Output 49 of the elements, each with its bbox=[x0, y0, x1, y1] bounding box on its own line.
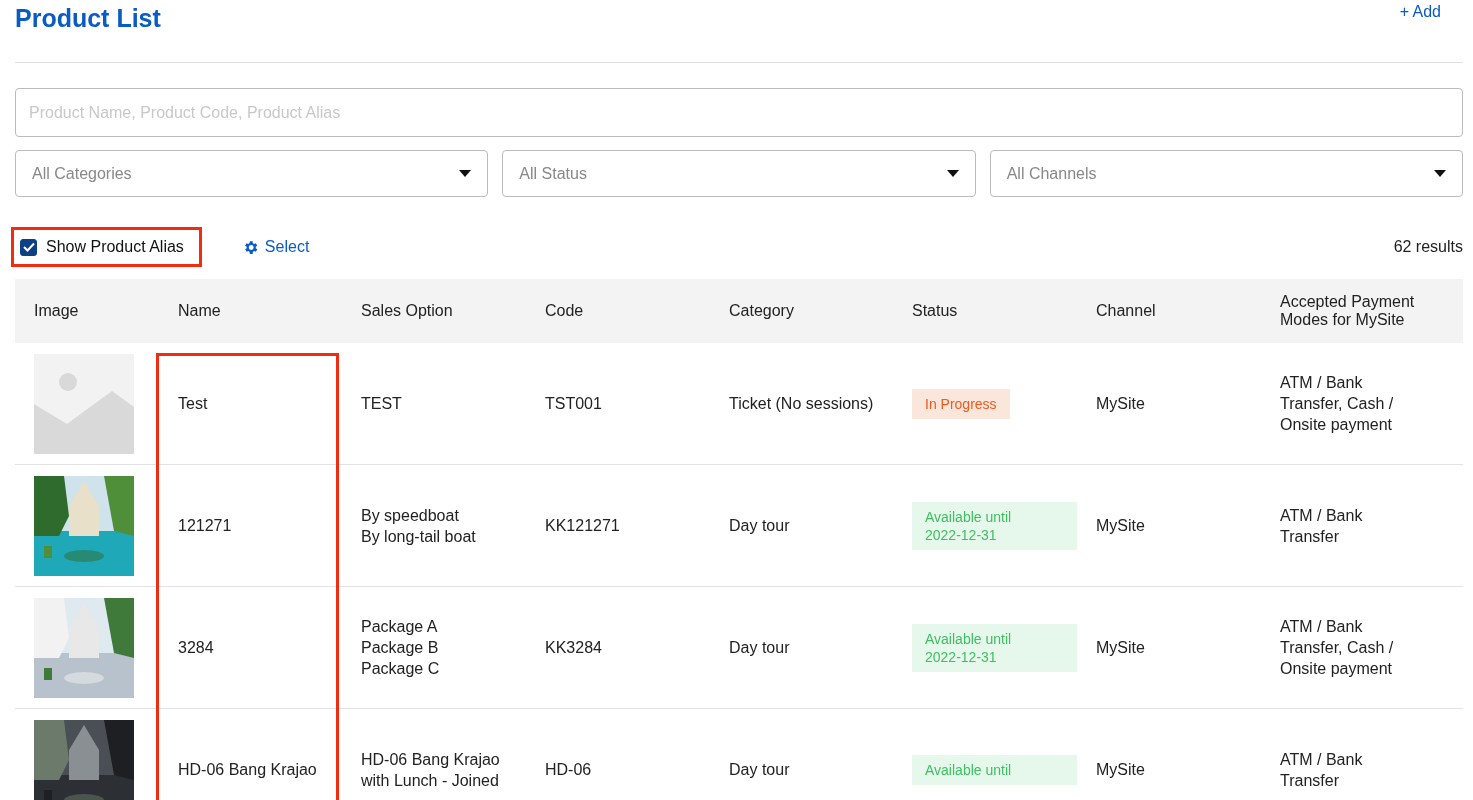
product-name: 121271 bbox=[178, 517, 232, 534]
product-code: HD-06 bbox=[545, 761, 592, 778]
status-badge: Available until bbox=[912, 754, 1077, 785]
product-channel: MySite bbox=[1096, 639, 1145, 656]
select-button[interactable]: Select bbox=[241, 238, 310, 256]
status-badge: Available until 2022-12-31 bbox=[912, 501, 1077, 550]
product-channel: MySite bbox=[1096, 517, 1145, 534]
payment-modes: ATM / Bank Transfer, Cash / Onsite payment bbox=[1280, 373, 1395, 435]
sales-options: By speedboat By long-tail boat bbox=[361, 506, 476, 545]
product-name: HD-06 Bang Krajao bbox=[178, 761, 317, 778]
product-name: 3284 bbox=[178, 639, 214, 656]
product-channel: MySite bbox=[1096, 395, 1145, 412]
caret-icon bbox=[459, 170, 472, 177]
results-count: 62 results bbox=[1393, 238, 1463, 256]
sales-options: TEST bbox=[361, 395, 402, 412]
product-channel: MySite bbox=[1096, 761, 1145, 778]
sales-options: Package A Package B Package C bbox=[361, 618, 440, 677]
product-code: TST001 bbox=[545, 395, 602, 412]
column-header: Status bbox=[912, 302, 958, 319]
check-icon bbox=[22, 242, 35, 252]
column-header: Image bbox=[34, 302, 79, 319]
payment-modes: ATM / Bank Transfer bbox=[1280, 505, 1364, 547]
column-header: Sales Option bbox=[361, 302, 453, 319]
product-code: KK121271 bbox=[545, 517, 620, 534]
caret-icon bbox=[946, 170, 959, 177]
add-button[interactable]: + Add bbox=[1399, 3, 1441, 21]
product-category: Day tour bbox=[729, 517, 790, 534]
product-category: Day tour bbox=[729, 639, 790, 656]
sales-options: HD-06 Bang Krajao with Lunch - Joined bbox=[361, 750, 500, 789]
column-header: Name bbox=[178, 302, 221, 319]
show-alias-checkbox[interactable]: Show Product Alias bbox=[11, 227, 202, 267]
payment-modes: ATM / Bank Transfer bbox=[1280, 749, 1364, 791]
status-badge: Available until 2022-12-31 bbox=[912, 623, 1077, 672]
payment-modes: ATM / Bank Transfer, Cash / Onsite payment bbox=[1280, 617, 1395, 679]
column-header: Accepted Payment Modes for MySite bbox=[1280, 293, 1415, 328]
product-category: Ticket (No sessions) bbox=[729, 395, 874, 412]
caret-icon bbox=[1434, 170, 1446, 177]
page-title: Product List bbox=[15, 4, 161, 33]
status-badge: In Progress bbox=[912, 388, 1010, 419]
filter-dropdown[interactable]: All Status bbox=[502, 150, 976, 197]
filter-dropdown[interactable]: All Channels bbox=[989, 150, 1463, 197]
image-placeholder-icon bbox=[34, 353, 134, 454]
product-category: Day tour bbox=[729, 761, 790, 778]
product-code: KK3284 bbox=[545, 639, 602, 656]
column-header: Category bbox=[729, 302, 794, 319]
product-name: Test bbox=[178, 395, 208, 412]
column-header: Code bbox=[545, 302, 584, 319]
column-header: Channel bbox=[1096, 302, 1156, 319]
filter-dropdown[interactable]: All Categories bbox=[15, 150, 489, 197]
